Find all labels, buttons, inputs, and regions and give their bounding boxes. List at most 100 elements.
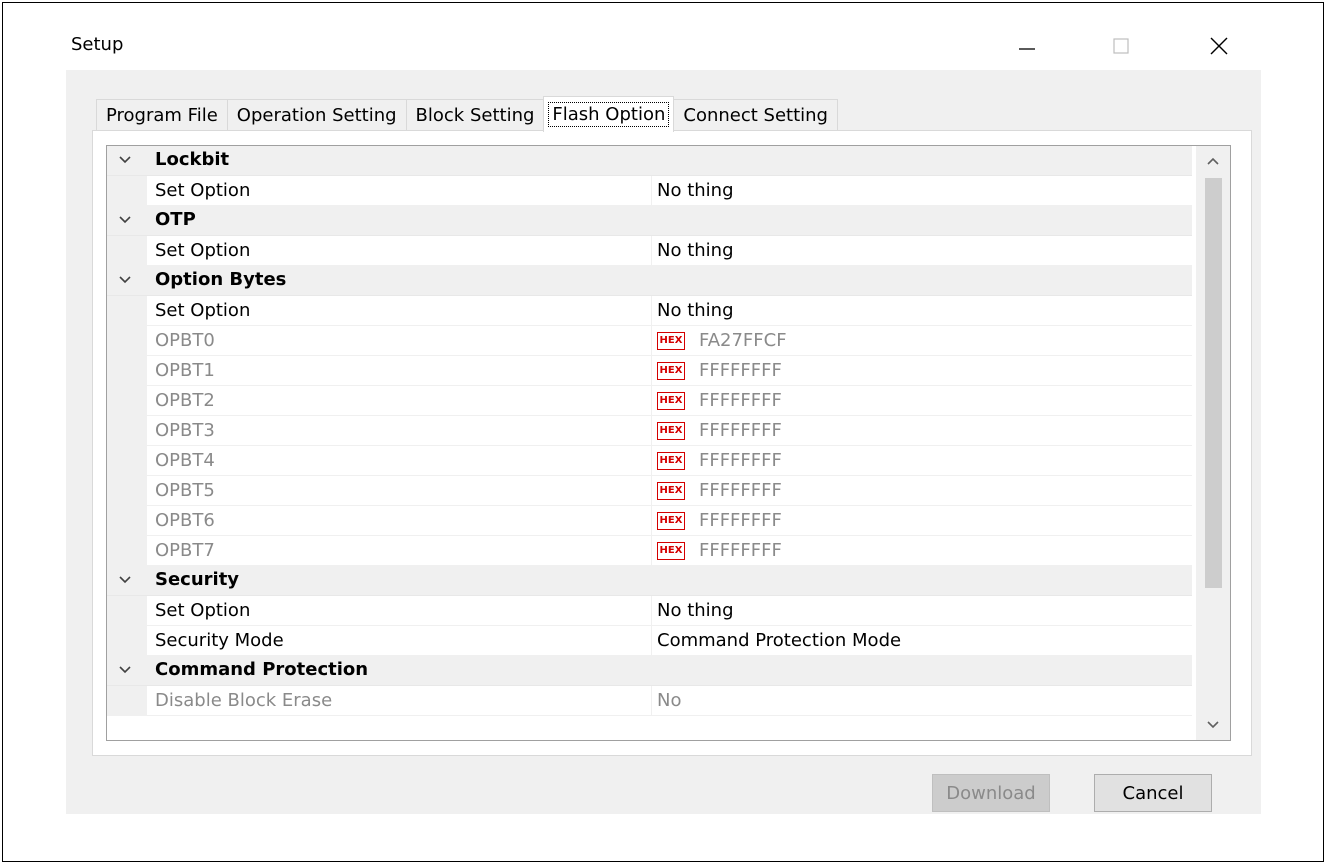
property-row[interactable]: Security Mode Command Protection Mode — [107, 626, 1193, 656]
category-row[interactable]: Security — [107, 566, 1192, 596]
property-name: OPBT3 — [155, 420, 215, 441]
property-name: Set Option — [155, 300, 251, 321]
property-value-text: No thing — [657, 240, 734, 261]
property-name: OPBT1 — [155, 360, 215, 381]
category-row[interactable]: Option Bytes — [107, 266, 1192, 296]
property-value: No thing — [657, 180, 734, 201]
property-row[interactable]: OPBT7 HEX FFFFFFFF — [107, 536, 1193, 566]
property-value: No thing — [657, 600, 734, 621]
property-row[interactable]: OPBT1 HEX FFFFFFFF — [107, 356, 1193, 386]
row-indent — [107, 446, 147, 476]
value-cell[interactable] — [651, 686, 1193, 716]
tab-label: Flash Option — [548, 102, 670, 127]
property-name: Set Option — [155, 240, 251, 261]
hex-badge-icon: HEX — [657, 362, 685, 380]
category-label: OTP — [155, 209, 196, 230]
category-label: Option Bytes — [155, 269, 287, 290]
category-row[interactable]: Lockbit — [107, 146, 1192, 176]
row-indent — [107, 296, 147, 326]
property-value-text: FA27FFCF — [699, 330, 787, 351]
hex-badge-icon: HEX — [657, 512, 685, 530]
property-rows: Lockbit Set Option No thing OTP Set Option No… — [107, 146, 1193, 716]
property-row[interactable]: Set Option No thing — [107, 296, 1193, 326]
property-value-text: No — [657, 690, 682, 711]
row-indent — [107, 686, 147, 716]
property-name: Set Option — [155, 600, 251, 621]
property-row[interactable]: OPBT6 HEX FFFFFFFF — [107, 506, 1193, 536]
tab-flash-option[interactable]: Flash Option — [543, 96, 675, 132]
row-indent — [107, 176, 147, 206]
property-value-text: FFFFFFFF — [699, 510, 782, 531]
row-indent — [107, 506, 147, 536]
tab-program-file[interactable]: Program File — [96, 99, 228, 131]
property-row[interactable]: OPBT0 HEX FA27FFCF — [107, 326, 1193, 356]
hex-badge-icon: HEX — [657, 542, 685, 560]
scroll-up-button[interactable] — [1196, 146, 1230, 176]
property-row[interactable]: OPBT3 HEX FFFFFFFF — [107, 416, 1193, 446]
hex-badge-icon: HEX — [657, 392, 685, 410]
window-title: Setup — [71, 34, 124, 55]
chevron-down-icon[interactable] — [117, 662, 133, 678]
property-row[interactable]: OPBT5 HEX FFFFFFFF — [107, 476, 1193, 506]
property-value-text: FFFFFFFF — [699, 360, 782, 381]
property-row[interactable]: Set Option No thing — [107, 176, 1193, 206]
property-row[interactable]: OPBT4 HEX FFFFFFFF — [107, 446, 1193, 476]
category-row[interactable]: Command Protection — [107, 656, 1192, 686]
property-value: HEX FFFFFFFF — [657, 510, 782, 531]
scroll-down-button[interactable] — [1196, 710, 1230, 740]
chevron-down-icon[interactable] — [117, 572, 133, 588]
property-value-text: FFFFFFFF — [699, 450, 782, 471]
download-button[interactable]: Download — [932, 774, 1050, 812]
maximize-button — [1096, 22, 1146, 70]
row-indent — [107, 536, 147, 566]
tab-label: Program File — [106, 105, 218, 126]
property-row[interactable]: OPBT2 HEX FFFFFFFF — [107, 386, 1193, 416]
property-row[interactable]: Disable Block Erase No — [107, 686, 1193, 716]
maximize-icon — [1113, 38, 1129, 54]
row-indent — [107, 416, 147, 446]
property-value-text: FFFFFFFF — [699, 480, 782, 501]
property-name: OPBT2 — [155, 390, 215, 411]
close-button[interactable] — [1194, 22, 1244, 70]
property-name: OPBT6 — [155, 510, 215, 531]
property-value-text: No thing — [657, 600, 734, 621]
row-indent — [107, 236, 147, 266]
property-name: OPBT7 — [155, 540, 215, 561]
chevron-down-icon[interactable] — [117, 212, 133, 228]
chevron-up-icon — [1207, 157, 1219, 165]
property-row[interactable]: Set Option No thing — [107, 236, 1193, 266]
row-indent — [107, 386, 147, 416]
tab-strip: Program File Operation Setting Block Set… — [96, 96, 838, 132]
setup-dialog: Setup Program File Operation Setting Blo… — [66, 22, 1261, 814]
scroll-thumb[interactable] — [1205, 178, 1222, 588]
chevron-down-icon[interactable] — [117, 152, 133, 168]
property-name: Security Mode — [155, 630, 284, 651]
hex-badge-icon: HEX — [657, 482, 685, 500]
property-name: Set Option — [155, 180, 251, 201]
property-value: No thing — [657, 240, 734, 261]
row-indent — [107, 626, 147, 656]
category-label: Security — [155, 569, 240, 590]
cancel-button[interactable]: Cancel — [1094, 774, 1212, 812]
property-value: HEX FFFFFFFF — [657, 390, 782, 411]
property-grid[interactable]: Lockbit Set Option No thing OTP Set Option No… — [106, 145, 1231, 741]
title-bar: Setup — [66, 22, 1261, 70]
category-row[interactable]: OTP — [107, 206, 1192, 236]
chevron-down-icon[interactable] — [117, 272, 133, 288]
vertical-scrollbar[interactable] — [1196, 146, 1230, 740]
tab-connect-setting[interactable]: Connect Setting — [673, 99, 838, 131]
tab-panel: Lockbit Set Option No thing OTP Set Option No… — [92, 130, 1252, 756]
tab-operation-setting[interactable]: Operation Setting — [226, 99, 407, 131]
minimize-button[interactable] — [1002, 22, 1052, 70]
property-value: HEX FFFFFFFF — [657, 540, 782, 561]
row-indent — [107, 356, 147, 386]
property-value: HEX FFFFFFFF — [657, 450, 782, 471]
close-icon — [1210, 37, 1228, 55]
property-row[interactable]: Set Option No thing — [107, 596, 1193, 626]
property-name: OPBT5 — [155, 480, 215, 501]
row-separator — [147, 715, 1192, 716]
property-value-text: FFFFFFFF — [699, 540, 782, 561]
property-value-text: No thing — [657, 300, 734, 321]
row-indent — [107, 326, 147, 356]
tab-block-setting[interactable]: Block Setting — [405, 99, 545, 131]
